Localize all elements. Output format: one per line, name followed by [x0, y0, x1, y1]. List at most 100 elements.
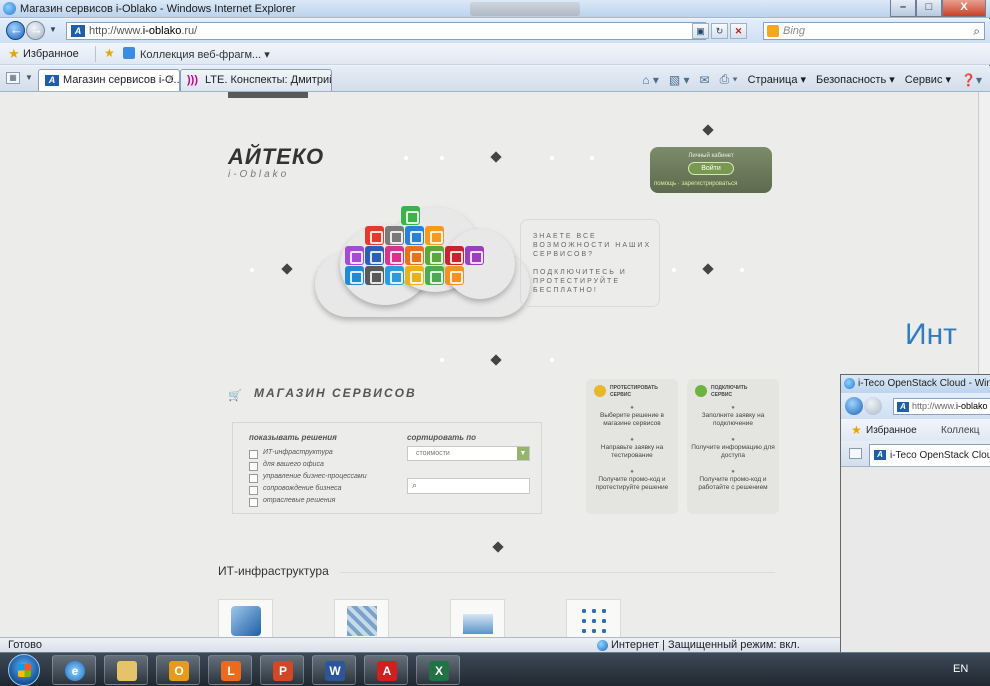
- dot-ornament: [404, 156, 408, 160]
- security-zone[interactable]: Интернет | Защищенный режим: вкл.: [597, 639, 800, 651]
- storage-icon: [463, 614, 493, 634]
- filter-checkbox[interactable]: для вашего офиса: [249, 461, 324, 471]
- dot-ornament: [550, 358, 554, 362]
- filters-panel: показывать решения ИТ-инфраструктура для…: [232, 422, 542, 514]
- dot-ornament: [740, 268, 744, 272]
- excel-taskbar-button[interactable]: X: [416, 655, 460, 685]
- quick-tabs-icon[interactable]: [849, 448, 862, 459]
- login-button[interactable]: Войти: [688, 162, 734, 175]
- command-bar: ⌂ ▾ ▧ ▾ ✉ ⎙ ▾ Страница ▾ Безопасность ▾ …: [642, 72, 982, 87]
- diamond-ornament: [281, 263, 293, 275]
- history-dropdown-icon[interactable]: ▼: [49, 25, 57, 34]
- favorites-button[interactable]: Избранное: [23, 48, 79, 60]
- refresh-icon[interactable]: ↻: [711, 23, 728, 39]
- print-icon[interactable]: ⎙ ▾: [720, 72, 738, 87]
- diamond-ornament: [492, 541, 504, 553]
- test-service-heading: ПРОТЕСТИРОВАТЬ СЕРВИС: [610, 385, 658, 398]
- internet-explorer-taskbar-button[interactable]: e: [52, 655, 96, 685]
- site-favicon-icon: A: [45, 75, 59, 86]
- title-bar[interactable]: Магазин сервисов i-Oblako - Windows Inte…: [0, 0, 990, 18]
- filter-checkbox[interactable]: управление бизнес-процессами: [249, 473, 367, 483]
- word-taskbar-button[interactable]: W: [312, 655, 356, 685]
- powerpoint-taskbar-button[interactable]: P: [260, 655, 304, 685]
- filter-checkbox[interactable]: сопровождение бизнеса: [249, 485, 342, 495]
- tools-menu[interactable]: Сервис ▾: [905, 73, 951, 86]
- home-icon[interactable]: ⌂ ▾: [642, 73, 659, 87]
- page-menu[interactable]: Страница ▾: [748, 73, 806, 86]
- cloud-server-icon: [231, 606, 261, 636]
- favorites-button[interactable]: Избранное: [866, 425, 917, 436]
- filter-checkbox[interactable]: отраслевые решения: [249, 497, 335, 507]
- info-tile-icon: [365, 246, 384, 265]
- feeds-icon[interactable]: ▧ ▾: [669, 73, 690, 87]
- internet-explorer-icon: [3, 2, 16, 15]
- url-tools: ▣ ↻ ✕: [692, 23, 747, 39]
- product-card[interactable]: [334, 599, 389, 637]
- product-card[interactable]: [566, 599, 621, 637]
- site-logo[interactable]: АЙТЕКО: [228, 144, 324, 170]
- message-tile-icon: [465, 246, 484, 265]
- window-controls: – □ X: [890, 0, 986, 18]
- forward-button[interactable]: [864, 397, 882, 415]
- help-link[interactable]: помощь: [654, 181, 676, 187]
- title-bar[interactable]: i-Teco OpenStack Cloud - Windows I: [841, 375, 990, 393]
- sort-heading: сортировать по: [407, 433, 477, 442]
- minimize-button[interactable]: –: [890, 0, 916, 17]
- url-input[interactable]: A http://www.i-oblako: [893, 398, 990, 415]
- window-title: i-Teco OpenStack Cloud - Windows I: [858, 378, 990, 389]
- test-step: Выберите решение в магазине сервисов: [590, 404, 674, 428]
- search-icon[interactable]: ⌕: [973, 24, 980, 39]
- url-input[interactable]: A http://www.i-oblako.ru/: [66, 22, 706, 40]
- search-input[interactable]: Bing ⌕: [763, 22, 985, 40]
- register-link[interactable]: зарегистрироваться: [681, 181, 737, 187]
- search-placeholder: Bing: [783, 25, 806, 37]
- close-button[interactable]: X: [942, 0, 986, 17]
- diamond-ornament: [490, 151, 502, 163]
- filter-checkbox[interactable]: ИТ-инфраструктура: [249, 449, 333, 459]
- file-explorer-taskbar-button[interactable]: [104, 655, 148, 685]
- gamepad-tile-icon: [385, 246, 404, 265]
- quick-tabs-icon[interactable]: ▦: [6, 72, 20, 84]
- promo-block: ЗНАЕТЕ ВСЕ ВОЗМОЖНОСТИ НАШИХ СЕРВИСОВ? П…: [520, 219, 660, 307]
- rss-tile-icon: [405, 246, 424, 265]
- language-indicator[interactable]: EN: [953, 663, 968, 675]
- help-icon[interactable]: ❓▾: [961, 73, 982, 87]
- web-slice-gallery-link[interactable]: Коллекц: [941, 425, 980, 436]
- mail-icon[interactable]: ✉: [700, 73, 710, 87]
- maximize-button[interactable]: □: [916, 0, 942, 17]
- cube-grid-icon: [347, 606, 377, 636]
- like-tile-icon: [405, 226, 424, 245]
- globe-tile-icon: [385, 226, 404, 245]
- diamond-ornament: [490, 354, 502, 366]
- product-card[interactable]: [218, 599, 273, 637]
- product-card[interactable]: [450, 599, 505, 637]
- sort-select[interactable]: стоимости ▼: [407, 446, 530, 461]
- second-browser-window[interactable]: i-Teco OpenStack Cloud - Windows I A htt…: [840, 374, 990, 652]
- connect-service-box: ПОДКЛЮЧИТЬСЕРВИС Заполните заявку на под…: [687, 379, 779, 514]
- tab-openstack[interactable]: A i-Teco OpenStack Cloud X: [869, 444, 990, 466]
- favorites-star-icon[interactable]: ★: [851, 423, 862, 437]
- dot-ornament: [440, 156, 444, 160]
- back-button[interactable]: [845, 397, 863, 415]
- tab-lte[interactable]: ))) LTE. Конспекты: Дмитрий...: [180, 69, 332, 91]
- back-button[interactable]: [6, 21, 25, 40]
- diamond-ornament: [702, 124, 714, 136]
- forward-button[interactable]: [26, 21, 45, 40]
- web-slice-gallery-link[interactable]: Коллекция веб-фрагм... ▾: [140, 48, 270, 61]
- key-tile-icon: [405, 266, 424, 285]
- solutions-search-input[interactable]: ⌕: [407, 478, 530, 494]
- start-button[interactable]: [8, 654, 40, 686]
- tab-list-dropdown-icon[interactable]: ▼: [25, 73, 33, 82]
- favorites-star-icon[interactable]: ★: [8, 46, 20, 62]
- add-favorite-icon[interactable]: ★: [104, 46, 115, 60]
- compatibility-view-icon[interactable]: ▣: [692, 23, 709, 39]
- outlook-taskbar-button[interactable]: O: [156, 655, 200, 685]
- promo-call-to-action: ПОДКЛЮЧИТЕСЬ И ПРОТЕСТИРУЙТЕ БЕСПЛАТНО!: [533, 269, 627, 294]
- tab-i-oblako[interactable]: A Магазин сервисов i-O... X: [38, 69, 180, 91]
- tab-close-button[interactable]: X: [167, 74, 174, 85]
- acrobat-taskbar-button[interactable]: A: [364, 655, 408, 685]
- tab-bar: A i-Teco OpenStack Cloud X: [841, 441, 990, 467]
- safety-menu[interactable]: Безопасность ▾: [816, 73, 895, 86]
- lync-taskbar-button[interactable]: L: [208, 655, 252, 685]
- stop-icon[interactable]: ✕: [730, 23, 747, 39]
